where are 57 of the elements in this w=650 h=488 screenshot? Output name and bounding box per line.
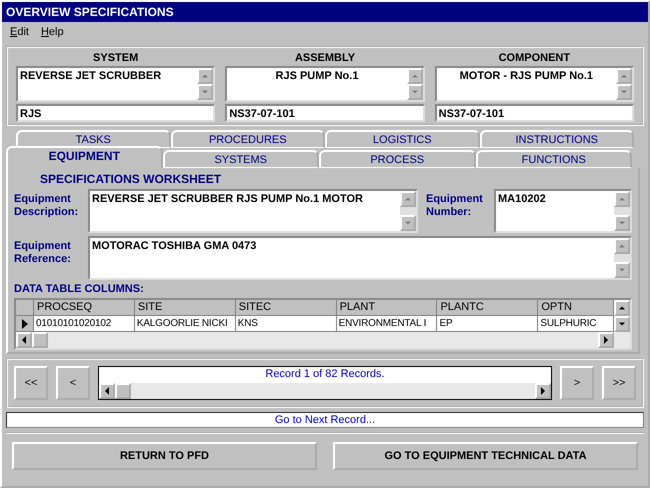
table-cell: EP <box>437 316 538 332</box>
code-field[interactable]: RJS <box>16 104 216 122</box>
section-title: SPECIFICATIONS WORKSHEET <box>39 172 222 186</box>
record-label: Record 1 of 82 Records. <box>99 367 551 383</box>
section-title: DATA TABLE COLUMNS: <box>14 283 145 295</box>
table-cell: 01010101020102 <box>34 316 135 332</box>
menu-item[interactable]: Edit <box>10 26 29 38</box>
reference-field[interactable]: MOTORAC TOSHIBA GMA 0473 <box>88 236 632 280</box>
table-cell: KNS <box>236 316 337 332</box>
action-button[interactable]: RETURN TO PFD <box>12 442 317 470</box>
name-field[interactable]: REVERSE JET SCRUBBER <box>16 66 216 102</box>
name-field[interactable]: RJS PUMP No.1 <box>225 66 425 102</box>
table-cell: KALGOORLIE NICKI <box>134 316 236 332</box>
scrollbar[interactable] <box>400 191 416 231</box>
number-field[interactable]: MA10202 <box>494 189 632 233</box>
column-label: COMPONENT <box>498 51 572 66</box>
scroll-thumb[interactable] <box>32 332 48 348</box>
scrollbar[interactable] <box>406 68 423 100</box>
scrollbar[interactable] <box>614 191 630 231</box>
menu-item[interactable]: Help <box>40 26 64 38</box>
previous-button[interactable]: < <box>56 366 90 400</box>
description-field[interactable]: REVERSE JET SCRUBBER RJS PUMP No.1 MOTOR <box>88 189 418 233</box>
action-button[interactable]: GO TO EQUIPMENT TECHNICAL DATA <box>333 442 638 470</box>
tab[interactable]: FUNCTIONS <box>476 150 632 168</box>
field-label: Equipment Number: <box>426 192 484 219</box>
scrollbar[interactable] <box>616 68 632 100</box>
table-cell: ENVIRONMENTAL I <box>336 316 438 332</box>
status-bar: Go to Next Record... <box>6 412 644 428</box>
next-button[interactable]: > <box>560 366 594 400</box>
tab[interactable]: TASKS <box>16 130 170 148</box>
tab[interactable]: PROCESS <box>319 150 476 168</box>
scrollbar[interactable] <box>614 238 630 278</box>
scrollbar[interactable] <box>99 383 551 399</box>
scroll-thumb[interactable] <box>115 383 131 399</box>
last-button[interactable]: >> <box>602 366 636 400</box>
corner-header <box>16 300 34 316</box>
code-field[interactable]: NS37-07-101 <box>434 104 634 122</box>
field-text: RJS PUMP No.1 <box>274 69 360 84</box>
tab[interactable]: INSTRUCTIONS <box>480 130 634 148</box>
field-label: Equipment Description: <box>14 192 80 219</box>
tab[interactable]: LOGISTICS <box>325 130 480 148</box>
field-text: REVERSE JET SCRUBBER <box>19 69 162 84</box>
column-label: SYSTEM <box>92 51 140 66</box>
window-title: OVERVIEW SPECIFICATIONS <box>2 2 648 22</box>
tab[interactable]: PROCEDURES <box>170 130 325 148</box>
field-text: MOTOR - RJS PUMP No.1 <box>458 69 594 84</box>
scrollbar[interactable] <box>197 68 214 100</box>
first-button[interactable]: << <box>14 366 48 400</box>
table-cell: SULPHURIC <box>538 316 614 332</box>
scrollbar[interactable] <box>16 332 630 348</box>
column-label: ASSEMBLY <box>294 51 356 66</box>
tab[interactable]: EQUIPMENT <box>6 146 162 168</box>
code-field[interactable]: NS37-07-101 <box>225 104 425 122</box>
name-field[interactable]: MOTOR - RJS PUMP No.1 <box>434 66 634 102</box>
tab[interactable]: SYSTEMS <box>162 150 319 168</box>
field-label: Equipment Reference: <box>14 239 72 266</box>
pointer-icon <box>20 318 28 328</box>
